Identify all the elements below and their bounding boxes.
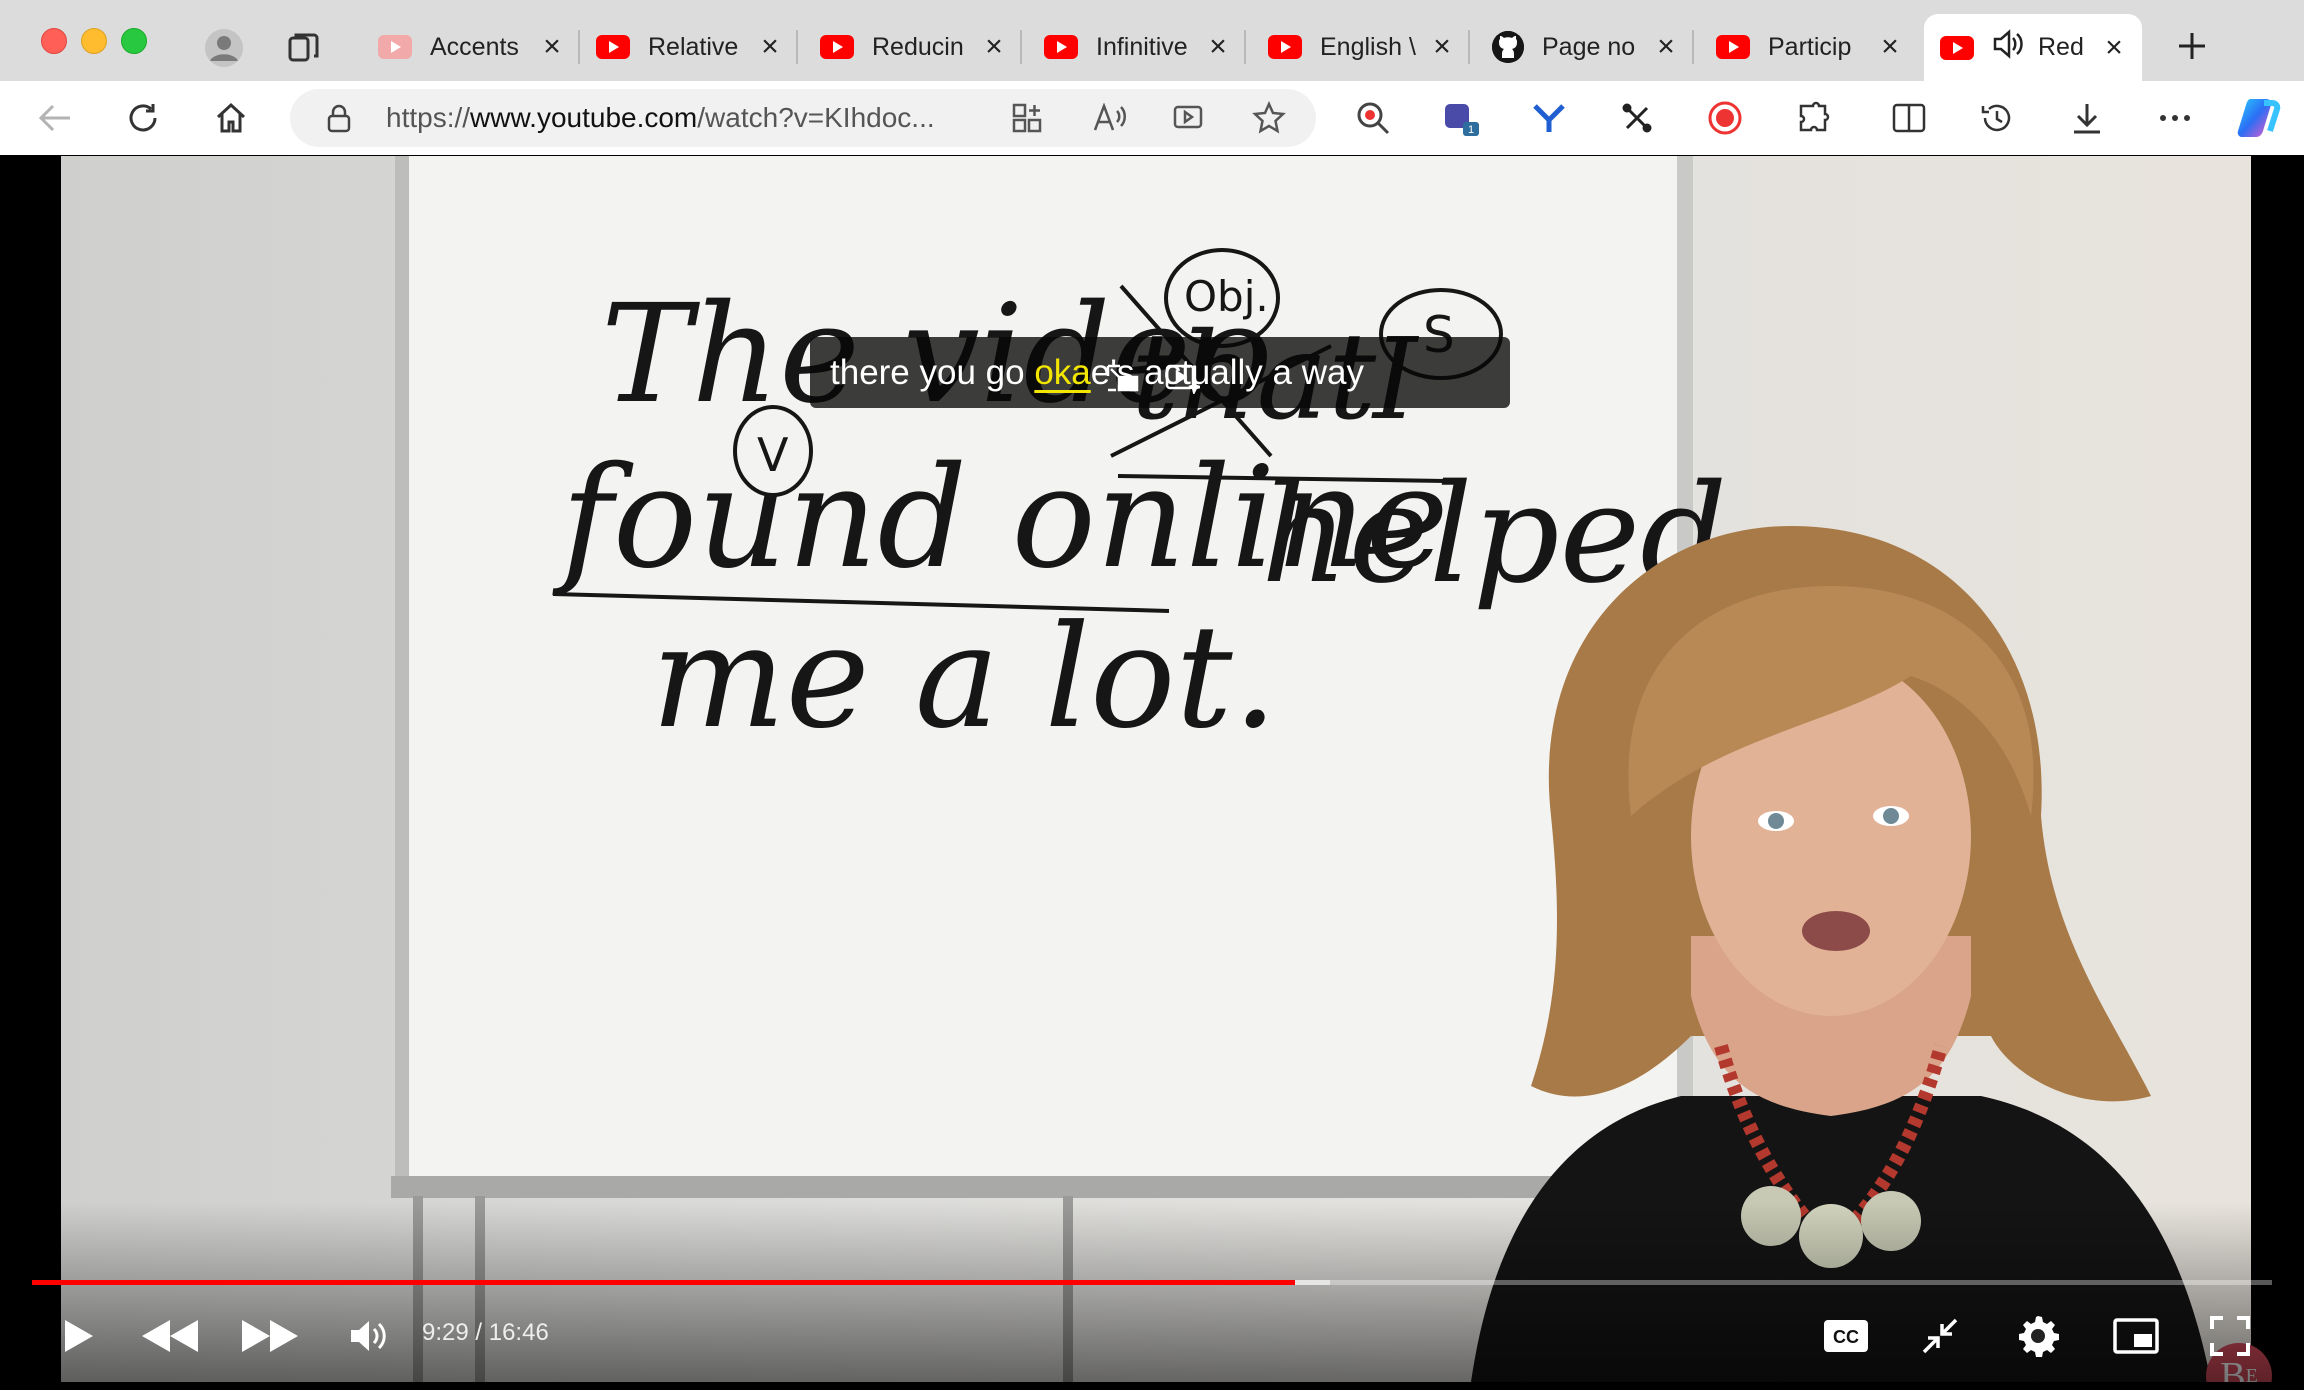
split-screen-icon[interactable] [1886,95,1932,141]
favorite-star-icon[interactable] [1246,95,1292,141]
video-player[interactable]: The video that I found online helped me … [8,156,2296,1382]
tab-english[interactable]: English \ × [1252,18,1470,76]
tab-accents[interactable]: Accents × [362,18,580,76]
lock-icon[interactable] [316,95,362,141]
github-icon [1492,31,1524,63]
read-aloud-icon[interactable] [1086,95,1132,141]
close-icon[interactable]: × [540,30,564,64]
tab-page-not-found[interactable]: Page no × [1476,18,1694,76]
window-zoom-button[interactable] [121,28,147,54]
home-button[interactable] [208,95,254,141]
svg-text:me a lot.: me a lot. [651,595,1278,760]
workspaces-icon[interactable] [280,26,328,70]
tab-relative[interactable]: Relative × [580,18,798,76]
search-extension-icon[interactable] [1350,95,1396,141]
progress-played [32,1280,1295,1285]
url-text[interactable]: https://www.youtube.com/watch?v=KIhdoc..… [386,89,935,147]
browser-toolbar: https://www.youtube.com/watch?v=KIhdoc..… [0,81,2304,155]
close-icon[interactable]: × [1654,30,1678,64]
tab-label: Page no [1542,32,1636,61]
close-icon[interactable]: × [982,30,1006,64]
profile-icon[interactable] [200,24,248,72]
youtube-icon [820,35,854,59]
fullscreen-icon[interactable] [2200,1306,2260,1366]
tab-label: English \ [1320,32,1416,61]
close-icon[interactable]: × [2102,31,2126,65]
svg-text:CC: CC [1833,1327,1859,1347]
copilot-icon[interactable] [2236,95,2282,141]
history-icon[interactable] [1974,95,2020,141]
new-tab-button[interactable] [2170,24,2214,68]
youtube-icon [1940,35,1974,60]
back-button[interactable] [32,95,78,141]
youtube-icon [378,35,412,59]
video-enhance-icon[interactable] [1166,95,1212,141]
miniplayer-icon[interactable] [2106,1306,2166,1366]
window-minimize-button[interactable] [81,28,107,54]
youtube-icon [1268,35,1302,59]
video-enhance-icon[interactable] [1158,354,1206,402]
caption-text: there you go [830,353,1035,392]
tab-label: Accents [430,32,519,61]
youtube-icon [596,35,630,59]
time-display: 9:29 / 16:46 [422,1319,549,1346]
more-options-icon[interactable] [2152,95,2198,141]
reload-button[interactable] [120,95,166,141]
close-icon[interactable]: × [1878,30,1902,64]
youtube-icon [1044,35,1078,59]
youtube-icon [1716,35,1750,59]
volume-icon[interactable] [338,1306,398,1366]
settings-gear-icon[interactable] [2008,1306,2068,1366]
subtitles-button[interactable]: CC [1816,1306,1876,1366]
tab-label: Particip [1768,32,1852,61]
tab-label: Red [2038,33,2084,61]
app-available-icon[interactable] [1004,95,1050,141]
close-icon[interactable]: × [758,30,782,64]
video-overlay-tools [1098,354,1218,410]
close-icon[interactable]: × [1430,30,1454,64]
rewind-button[interactable] [140,1306,200,1366]
network-extension-icon[interactable] [1614,95,1660,141]
progress-bar[interactable] [32,1280,2272,1285]
downloads-icon[interactable] [2064,95,2110,141]
tab-active-red[interactable]: Red × [1924,14,2142,81]
play-button[interactable] [48,1306,108,1366]
speaker-icon[interactable] [1992,29,2024,66]
tab-reducing[interactable]: Reducin × [804,18,1022,76]
caption-highlight: oka [1034,353,1091,392]
picture-in-picture-icon[interactable] [1098,354,1146,402]
window-close-button[interactable] [41,28,67,54]
tab-label: Relative [648,32,739,61]
tab-label: Reducin [872,32,964,61]
tab-label: Infinitive [1096,32,1188,61]
puzzle-extension-icon[interactable]: 1 [1438,95,1484,141]
tab-participle[interactable]: Particip × [1700,18,1918,76]
svg-text:1: 1 [1468,124,1474,136]
svg-text:V: V [757,428,789,482]
svg-text:Obj.: Obj. [1184,272,1269,321]
tab-infinitive[interactable]: Infinitive × [1028,18,1246,76]
y-extension-icon[interactable] [1526,95,1572,141]
exit-miniplayer-icon[interactable] [1910,1306,1970,1366]
close-icon[interactable]: × [1206,30,1230,64]
tab-strip: Accents × Relative × Reducin × Infinitiv… [0,0,2304,81]
extensions-icon[interactable] [1790,95,1836,141]
fast-forward-button[interactable] [240,1306,300,1366]
address-bar[interactable]: https://www.youtube.com/watch?v=KIhdoc..… [290,89,1316,147]
record-extension-icon[interactable] [1702,95,1748,141]
